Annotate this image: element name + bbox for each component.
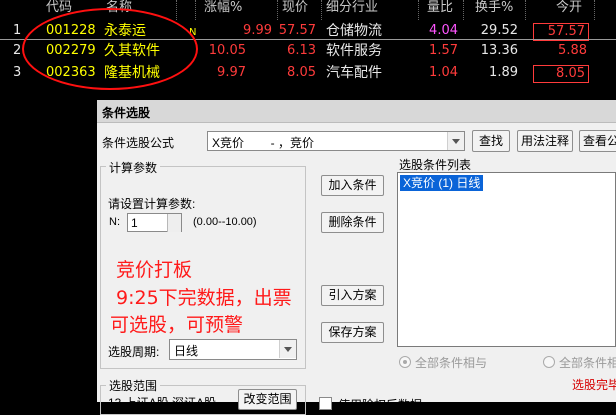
open-price: 8.05: [533, 65, 589, 83]
stock-name: 永泰运: [104, 23, 146, 39]
change-pct: 9.97: [217, 65, 246, 80]
stock-name: 久其软件: [104, 43, 160, 59]
stock-name: 隆基机械: [104, 65, 160, 81]
formula-label: 条件选股公式: [102, 136, 175, 150]
radio-all-or-label: 全部条件相: [559, 356, 616, 370]
delete-condition-button[interactable]: 删除条件: [321, 212, 384, 233]
header-industry[interactable]: 细分行业: [326, 0, 378, 18]
params-prompt: 请设置计算参数:: [108, 197, 196, 211]
params-group-title: 计算参数: [106, 159, 161, 176]
table-row[interactable]: 2 002279 久其软件 10.05 6.13 软件服务 1.57 13.36…: [0, 41, 616, 61]
table-row[interactable]: 1 001228 永泰运 N 9.99 57.57 仓储物流 4.04 29.5…: [0, 21, 616, 41]
quote-table: 代码 名称 涨幅% 现价 细分行业 量比 换手% 今开 1 001228 永泰运…: [0, 0, 616, 100]
list-item[interactable]: X竞价 (1) 日线: [400, 175, 484, 191]
period-value: 日线: [174, 344, 199, 358]
status-text: 选股完毕: [572, 378, 616, 392]
header-name[interactable]: 名称: [106, 0, 132, 18]
stock-code: 002363: [46, 65, 96, 80]
radio-all-and-label: 全部条件相与: [415, 356, 488, 370]
view-formula-button[interactable]: 查看公: [579, 130, 616, 152]
header-change-pct[interactable]: 涨幅%: [204, 0, 242, 18]
header-price[interactable]: 现价: [282, 0, 308, 18]
change-pct: 10.05: [208, 43, 246, 58]
annotation-line-1: 竞价打板: [116, 259, 193, 281]
turnover: 29.52: [480, 23, 518, 38]
annotation-line-2: 9:25下完数据，出票: [116, 287, 292, 309]
price: 8.05: [287, 65, 316, 80]
find-button[interactable]: 查找: [472, 130, 510, 152]
row-index: 3: [13, 65, 22, 80]
stock-screener-dialog: 条件选股 条件选股公式 X竞价 - ，竞价 查找 用法注释 查看公 计算参数 请…: [97, 100, 616, 415]
header-turnover[interactable]: 换手%: [475, 0, 513, 18]
period-select[interactable]: 日线: [169, 339, 297, 360]
new-stock-flag: N: [189, 27, 197, 38]
condition-list-label: 选股条件列表: [399, 158, 472, 172]
dialog-title: 条件选股: [102, 106, 151, 120]
stock-code: 001228: [46, 23, 96, 38]
header-volume-ratio[interactable]: 量比: [427, 0, 453, 18]
open-price: 5.88: [558, 43, 587, 58]
turnover: 1.89: [489, 65, 518, 80]
condition-list[interactable]: X竞价 (1) 日线: [397, 172, 616, 347]
save-plan-button[interactable]: 保存方案: [321, 322, 384, 343]
use-adjusted-checkbox[interactable]: [319, 397, 332, 410]
stock-code: 002279: [46, 43, 96, 58]
usage-notes-button[interactable]: 用法注释: [517, 130, 573, 152]
param-range: (0.00--10.00): [193, 216, 257, 228]
row-index: 2: [13, 43, 22, 58]
volume-ratio: 4.04: [429, 23, 458, 38]
price: 6.13: [287, 43, 316, 58]
period-label: 选股周期:: [108, 345, 160, 359]
volume-ratio: 1.57: [429, 43, 458, 58]
dialog-titlebar[interactable]: 条件选股: [97, 100, 616, 123]
stepper-up-icon[interactable]: [167, 214, 181, 223]
price: 57.57: [278, 23, 316, 38]
radio-all-or[interactable]: [543, 356, 555, 368]
change-scope-button[interactable]: 改变范围: [238, 389, 297, 410]
param-n-label: N:: [109, 216, 120, 228]
row-index: 1: [13, 23, 22, 38]
chevron-down-icon[interactable]: [447, 132, 464, 150]
formula-value: X竞价 - ，竞价: [212, 136, 315, 150]
header-open[interactable]: 今开: [556, 0, 582, 18]
table-row[interactable]: 3 002363 隆基机械 9.97 8.05 汽车配件 1.04 1.89 8…: [0, 63, 616, 83]
param-n-stepper[interactable]: 1: [127, 213, 182, 232]
annotation-line-3: 可选股，可预警: [110, 314, 244, 336]
industry: 汽车配件: [326, 65, 382, 81]
scope-value: 13 上证A股 深证A股: [108, 396, 217, 410]
chevron-down-icon[interactable]: [279, 340, 296, 358]
turnover: 13.36: [480, 43, 518, 58]
industry: 软件服务: [326, 43, 382, 59]
header-code[interactable]: 代码: [46, 0, 72, 18]
quote-header-row: 代码 名称 涨幅% 现价 细分行业 量比 换手% 今开: [0, 0, 616, 18]
import-plan-button[interactable]: 引入方案: [321, 285, 384, 306]
radio-all-and[interactable]: [399, 356, 411, 368]
industry: 仓储物流: [326, 23, 382, 39]
use-adjusted-label: 使用除权后数据: [338, 398, 423, 412]
volume-ratio: 1.04: [429, 65, 458, 80]
formula-select[interactable]: X竞价 - ，竞价: [207, 131, 465, 151]
stepper-down-icon[interactable]: [167, 223, 181, 232]
add-condition-button[interactable]: 加入条件: [321, 175, 384, 196]
scope-group-title: 选股范围: [106, 377, 161, 394]
param-n-value: 1: [131, 216, 138, 230]
